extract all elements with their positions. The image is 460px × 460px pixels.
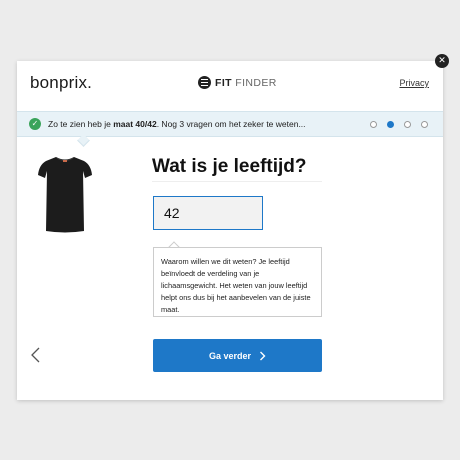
fitfinder-logo-icon [198,76,211,89]
close-button[interactable]: ✕ [435,54,449,68]
question-title: Wat is je leeftijd? [152,156,307,177]
close-icon: ✕ [438,55,446,66]
modal-header: bonprix. FIT FINDER Privacy [17,61,443,111]
progress-dot [404,121,411,128]
continue-label: Ga verder [208,350,252,361]
continue-button[interactable]: Ga verder [153,339,322,372]
fit-finder-title: FIT FINDER [215,76,277,89]
privacy-link[interactable]: Privacy [399,78,429,88]
chevron-left-icon [31,347,40,363]
progress-dots [370,121,428,128]
chevron-right-icon [259,351,266,361]
age-input[interactable] [153,196,263,230]
product-image [37,153,93,235]
fit-finder-modal: bonprix. FIT FINDER Privacy ✓ Zo te zien… [17,61,443,400]
progress-dot [387,121,394,128]
brand-logo: bonprix. [30,73,93,92]
progress-dot [421,121,428,128]
tshirt-shape [38,157,92,233]
size-hint-text: Zo te zien heb je maat 40/42. Nog 3 vrag… [48,119,306,129]
title-divider [152,181,322,182]
fit-finder-brand: FIT FINDER [198,76,277,89]
info-tooltip: Waarom willen we dit weten? Je leeftijd … [153,247,322,317]
size-hint-banner: ✓ Zo te zien heb je maat 40/42. Nog 3 vr… [17,111,443,137]
back-button[interactable] [29,346,43,364]
check-icon: ✓ [29,118,41,130]
progress-dot [370,121,377,128]
